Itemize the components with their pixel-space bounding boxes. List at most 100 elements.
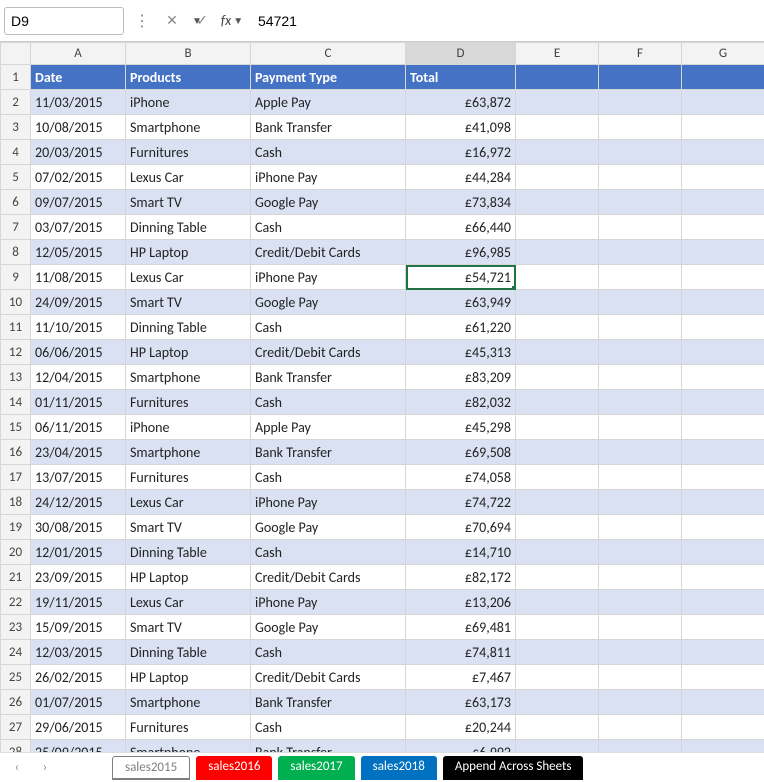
cell[interactable]: 15/09/2015 [31,615,126,640]
cell[interactable]: 10/08/2015 [31,115,126,140]
cell[interactable]: Smartphone [126,740,251,753]
row-header[interactable]: 11 [1,315,31,340]
cell[interactable] [599,390,682,415]
cell[interactable]: £7,467 [406,665,516,690]
cell[interactable] [599,690,682,715]
cell[interactable]: 19/11/2015 [31,590,126,615]
cell[interactable]: Cash [251,540,406,565]
spreadsheet-grid[interactable]: ABCDEFG 1DateProductsPayment TypeTotal21… [0,42,764,752]
row-header[interactable]: 8 [1,240,31,265]
cell[interactable] [682,165,764,190]
cell[interactable]: 29/06/2015 [31,715,126,740]
cell[interactable] [516,515,599,540]
cell[interactable] [599,265,682,290]
cell[interactable]: Bank Transfer [251,365,406,390]
cell[interactable]: Furnitures [126,715,251,740]
row-header[interactable]: 21 [1,565,31,590]
cell[interactable] [682,565,764,590]
cell[interactable] [682,140,764,165]
confirm-button[interactable]: ✓ [190,7,214,35]
formula-input[interactable] [250,7,760,35]
row-header[interactable]: 24 [1,640,31,665]
cell[interactable]: £45,298 [406,415,516,440]
cell[interactable] [599,440,682,465]
sheet-tab[interactable]: sales2017 [278,756,354,780]
cell[interactable]: £54,721 [406,265,516,290]
cell[interactable]: Lexus Car [126,590,251,615]
cell[interactable] [516,90,599,115]
cell[interactable]: 12/04/2015 [31,365,126,390]
row-header[interactable]: 9 [1,265,31,290]
cell[interactable] [682,515,764,540]
column-header-B[interactable]: B [126,43,251,65]
cell[interactable] [682,215,764,240]
cell[interactable]: Bank Transfer [251,440,406,465]
cell[interactable]: £70,694 [406,515,516,540]
cell[interactable]: Date [31,65,126,90]
cell[interactable]: 23/09/2015 [31,565,126,590]
cell[interactable] [682,315,764,340]
cell[interactable]: 30/08/2015 [31,515,126,540]
cell[interactable] [599,290,682,315]
cell[interactable] [682,90,764,115]
cell[interactable] [599,165,682,190]
cell[interactable]: iPhone Pay [251,165,406,190]
cell[interactable]: £61,220 [406,315,516,340]
sheet-tab[interactable]: Append Across Sheets [443,756,584,780]
row-header[interactable]: 2 [1,90,31,115]
cell[interactable]: Furnitures [126,465,251,490]
cell[interactable]: Cash [251,140,406,165]
cell[interactable]: £44,284 [406,165,516,190]
cell[interactable]: 06/06/2015 [31,340,126,365]
cell[interactable]: Cash [251,315,406,340]
cell[interactable]: Total [406,65,516,90]
cell[interactable] [682,640,764,665]
name-box-wrap[interactable]: ▼ [4,7,124,35]
cell[interactable]: Apple Pay [251,415,406,440]
cell[interactable] [599,615,682,640]
cell[interactable] [516,415,599,440]
cell[interactable]: Dinning Table [126,640,251,665]
cell[interactable] [682,615,764,640]
cell[interactable] [516,240,599,265]
cell[interactable] [682,590,764,615]
cell[interactable] [516,65,599,90]
cell[interactable] [599,340,682,365]
cell[interactable]: 03/07/2015 [31,215,126,240]
row-header[interactable]: 27 [1,715,31,740]
cell[interactable]: Credit/Debit Cards [251,665,406,690]
select-all-corner[interactable] [1,43,31,65]
cell[interactable] [599,665,682,690]
cell[interactable] [682,715,764,740]
cell[interactable] [599,240,682,265]
cell[interactable]: £74,811 [406,640,516,665]
sheet-tab[interactable]: sales2018 [361,756,437,780]
cell[interactable]: £82,172 [406,565,516,590]
cancel-button[interactable]: ✕ [160,7,184,35]
insert-function-button[interactable]: fx▼ [220,7,244,35]
cell[interactable]: Furnitures [126,390,251,415]
cell[interactable]: Bank Transfer [251,115,406,140]
cell[interactable] [599,190,682,215]
row-header[interactable]: 6 [1,190,31,215]
cell[interactable] [599,415,682,440]
row-header[interactable]: 1 [1,65,31,90]
cell[interactable] [599,465,682,490]
cell[interactable]: Furnitures [126,140,251,165]
cell[interactable]: iPhone [126,90,251,115]
cell[interactable]: iPhone [126,415,251,440]
cell[interactable] [516,615,599,640]
row-header[interactable]: 18 [1,490,31,515]
cell[interactable] [682,740,764,753]
cell[interactable] [516,115,599,140]
column-header-G[interactable]: G [682,43,764,65]
cell[interactable]: Payment Type [251,65,406,90]
row-header[interactable]: 23 [1,615,31,640]
cell[interactable]: Bank Transfer [251,690,406,715]
cell[interactable]: £69,481 [406,615,516,640]
cell[interactable]: £41,098 [406,115,516,140]
row-header[interactable]: 25 [1,665,31,690]
cell[interactable] [682,490,764,515]
cell[interactable] [516,390,599,415]
cell[interactable]: 24/09/2015 [31,290,126,315]
